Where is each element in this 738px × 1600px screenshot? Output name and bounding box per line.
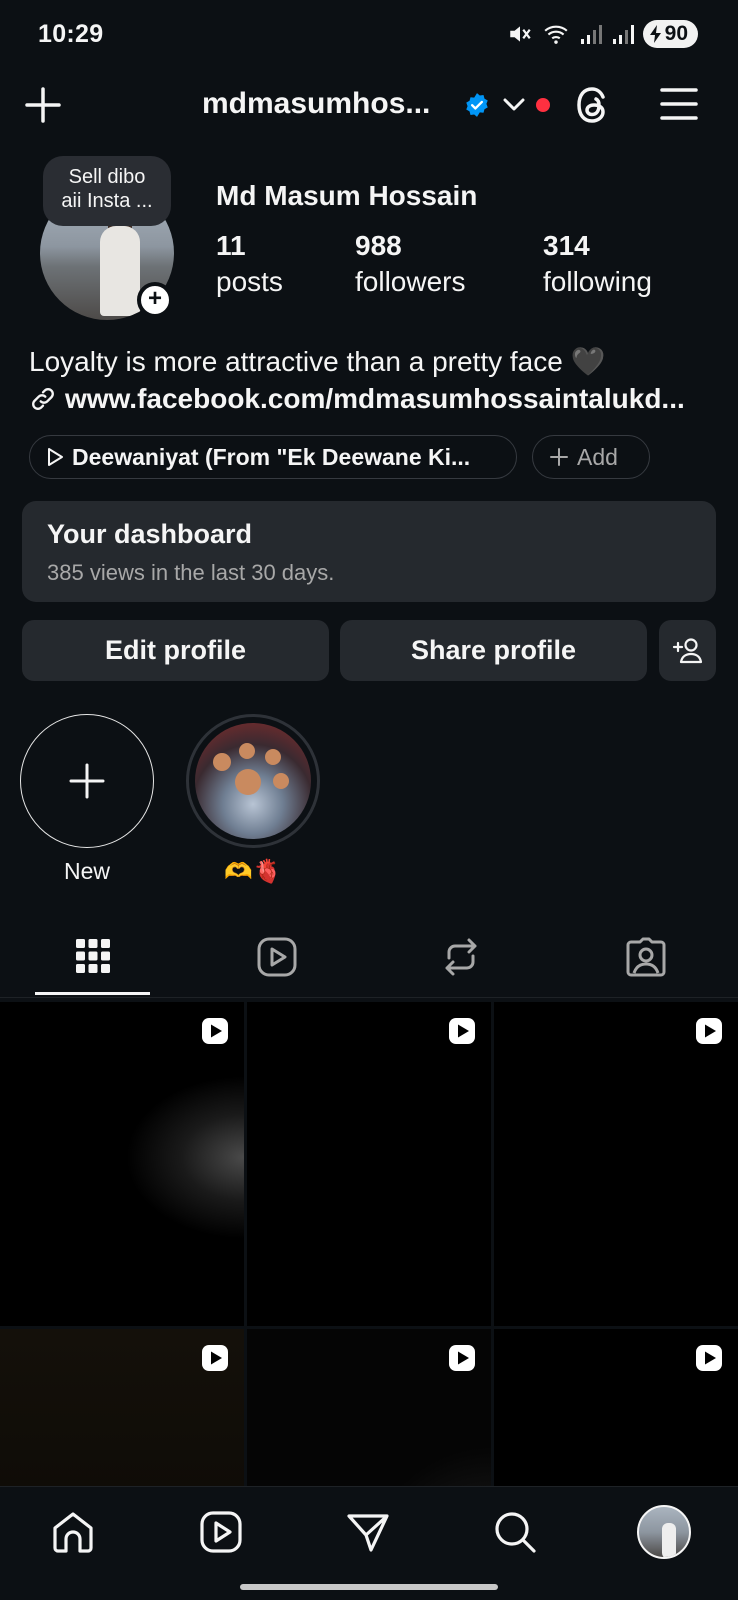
highlight-story[interactable]: 🫶🫀 (186, 714, 320, 885)
tab-reposts[interactable] (405, 936, 517, 998)
active-tab-indicator (35, 992, 150, 995)
highlight-new[interactable]: New (20, 714, 154, 885)
profile-avatar-icon (637, 1505, 691, 1559)
account-username[interactable]: mdmasumhos... (202, 87, 430, 121)
note-bubble[interactable]: Sell dibo aii Insta ... (43, 156, 171, 226)
tab-reels[interactable] (221, 936, 333, 998)
gesture-home-bar[interactable] (240, 1584, 498, 1590)
plus-icon (69, 763, 105, 799)
battery-level: 90 (664, 22, 688, 45)
reel-badge-icon (449, 1018, 475, 1044)
tab-tagged[interactable] (590, 936, 702, 998)
nav-home[interactable] (50, 1509, 96, 1560)
wifi-icon (544, 25, 568, 44)
add-link-pill[interactable]: Add (532, 435, 650, 479)
reel-badge-icon (202, 1018, 228, 1044)
posts-label: posts (216, 266, 283, 297)
stat-followers[interactable]: 988 followers (355, 230, 465, 298)
mute-icon (509, 26, 531, 42)
highlight-cover[interactable] (186, 714, 320, 848)
profile-header: mdmasumhos... (0, 70, 738, 140)
followers-label: followers (355, 266, 466, 297)
profile-full-name: Md Masum Hossain (216, 180, 478, 211)
reel-badge-icon (202, 1345, 228, 1371)
nav-reels[interactable] (198, 1509, 244, 1560)
stat-following[interactable]: 314 following (543, 230, 652, 298)
posts-count: 11 (216, 230, 246, 261)
notification-dot (536, 98, 550, 112)
following-count: 314 (543, 230, 590, 261)
plus-icon (550, 448, 568, 466)
status-time: 10:29 (38, 20, 104, 48)
music-title: Deewaniyat (From "Ek Deewane Ki... (72, 443, 471, 470)
dashboard-title: Your dashboard (47, 519, 253, 549)
grid-post[interactable] (0, 1002, 244, 1326)
nav-profile[interactable] (637, 1505, 691, 1559)
signal-icon-2 (612, 25, 634, 44)
reels-icon (257, 937, 297, 977)
profile-link-text[interactable]: www.facebook.com/mdmasumhossaintalukd... (65, 383, 685, 415)
highlight-label: 🫶🫀 (224, 858, 282, 884)
home-icon (53, 1512, 93, 1553)
add-story-plus-icon[interactable]: + (137, 282, 173, 318)
tab-grid[interactable] (37, 936, 149, 998)
discover-people-button[interactable] (659, 620, 716, 681)
search-icon (495, 1512, 536, 1553)
reel-badge-icon (696, 1018, 722, 1044)
bottom-navigation (0, 1486, 738, 1600)
direct-message-icon (347, 1514, 389, 1552)
account-switch-chevron-icon[interactable] (502, 94, 526, 114)
tagged-person-icon (626, 937, 666, 977)
charging-icon (649, 25, 661, 43)
menu-hamburger-icon[interactable] (660, 86, 698, 122)
status-icons: 90 (507, 20, 698, 48)
share-profile-button[interactable]: Share profile (340, 620, 647, 681)
reels-icon (200, 1511, 242, 1553)
grid-post[interactable] (494, 1002, 738, 1326)
followers-count: 988 (355, 230, 402, 261)
highlight-image (195, 723, 311, 839)
nav-search[interactable] (492, 1509, 538, 1560)
new-highlight-circle[interactable] (20, 714, 154, 848)
following-label: following (543, 266, 652, 297)
nav-messages[interactable] (345, 1509, 391, 1560)
signal-icon-1 (580, 25, 602, 44)
grid-post[interactable] (247, 1002, 491, 1326)
reel-badge-icon (696, 1345, 722, 1371)
add-label: Add (577, 443, 618, 470)
profile-link[interactable]: www.facebook.com/mdmasumhossaintalukd... (29, 383, 719, 415)
posts-grid (0, 1002, 738, 1600)
link-icon (32, 388, 54, 410)
dashboard-subtitle: 385 views in the last 30 days. (47, 560, 335, 585)
repost-icon (445, 938, 477, 976)
music-pill[interactable]: Deewaniyat (From "Ek Deewane Ki... (29, 435, 517, 479)
highlight-label: New (63, 858, 110, 884)
profile-bio: Loyalty is more attractive than a pretty… (29, 346, 606, 377)
stat-posts[interactable]: 11 posts (216, 230, 283, 298)
threads-icon[interactable] (573, 84, 613, 126)
dashboard-card[interactable]: Your dashboard 385 views in the last 30 … (22, 501, 716, 602)
play-outline-icon (48, 448, 63, 466)
verified-badge-icon (466, 93, 488, 117)
reel-badge-icon (449, 1345, 475, 1371)
status-bar: 10:29 90 (0, 0, 738, 70)
grid-icon (76, 939, 110, 973)
edit-profile-button[interactable]: Edit profile (22, 620, 329, 681)
create-plus-icon[interactable] (24, 86, 62, 124)
profile-tabs (0, 922, 738, 998)
add-person-icon (672, 637, 702, 663)
battery-indicator: 90 (642, 20, 698, 48)
